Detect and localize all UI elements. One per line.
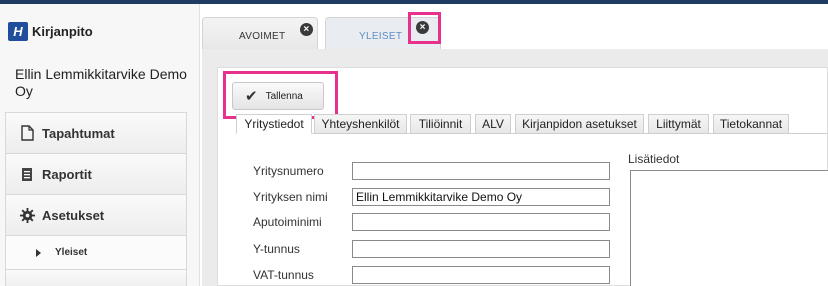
notes-label: Lisätiedot (628, 152, 680, 166)
gear-icon (19, 207, 35, 223)
sidebar-item-label: Asetukset (42, 207, 105, 223)
y-tunnus-input[interactable] (352, 240, 610, 258)
tab-liittymat[interactable]: Liittymät (648, 114, 709, 134)
sidebar-menu: Tapahtumat Raportit Asetukset Yleiset (5, 112, 187, 286)
company-name: Ellin Lemmikkitarvike Demo Oy (15, 66, 187, 99)
document-icon (19, 125, 35, 141)
tab-yritystiedot[interactable]: Yritystiedot (236, 114, 312, 134)
field-label-aputoiminimi: Aputoiminimi (253, 215, 322, 229)
tab-kirjanpidon-asetukset[interactable]: Kirjanpidon asetukset (515, 114, 644, 134)
logo-text: Kirjanpito (32, 23, 93, 39)
tab-avoimet[interactable]: AVOIMET × (202, 17, 318, 49)
notes-textarea[interactable] (630, 170, 828, 286)
field-label-yrityksen-nimi: Yrityksen nimi (253, 190, 328, 204)
report-icon (19, 166, 35, 182)
vat-tunnus-input[interactable] (352, 266, 610, 284)
sidebar-subitem-label: Yleiset (55, 247, 88, 258)
tab-label: AVOIMET (239, 31, 286, 42)
caret-right-icon (36, 248, 41, 257)
app-logo[interactable]: H Kirjanpito (8, 21, 93, 41)
sidebar-item-label: Tapahtumat (42, 125, 115, 141)
field-label-yritysnumero: Yritysnumero (253, 164, 324, 178)
tab-tilioinnit[interactable]: Tiliöinnit (410, 114, 471, 134)
tab-yhteyshenkilot[interactable]: Yhteyshenkilöt (314, 114, 407, 134)
tab-alv[interactable]: ALV (475, 114, 511, 134)
sidebar-item-raportit[interactable]: Raportit (5, 153, 187, 194)
sidebar-subitem-yleiset[interactable]: Yleiset (5, 235, 187, 269)
highlight-box (223, 71, 338, 119)
sidebar-item-tapahtumat[interactable]: Tapahtumat (5, 112, 187, 153)
sidebar-item-more[interactable] (5, 269, 187, 286)
sidebar-item-asetukset[interactable]: Asetukset (5, 194, 187, 235)
sidebar: H Kirjanpito Ellin Lemmikkitarvike Demo … (0, 4, 200, 286)
tab-label: YLEISET (359, 31, 403, 42)
tab-tietokannat[interactable]: Tietokannat (713, 114, 789, 134)
logo-mark-icon: H (8, 21, 28, 41)
field-label-y-tunnus: Y-tunnus (253, 242, 300, 256)
highlight-box (408, 12, 441, 44)
aputoiminimi-input[interactable] (352, 213, 610, 231)
sidebar-item-label: Raportit (42, 166, 92, 182)
yrityksen-nimi-input[interactable] (352, 188, 610, 206)
close-icon[interactable]: × (300, 23, 313, 36)
field-label-vat-tunnus: VAT-tunnus (253, 268, 314, 282)
yritysnumero-input[interactable] (352, 162, 610, 180)
